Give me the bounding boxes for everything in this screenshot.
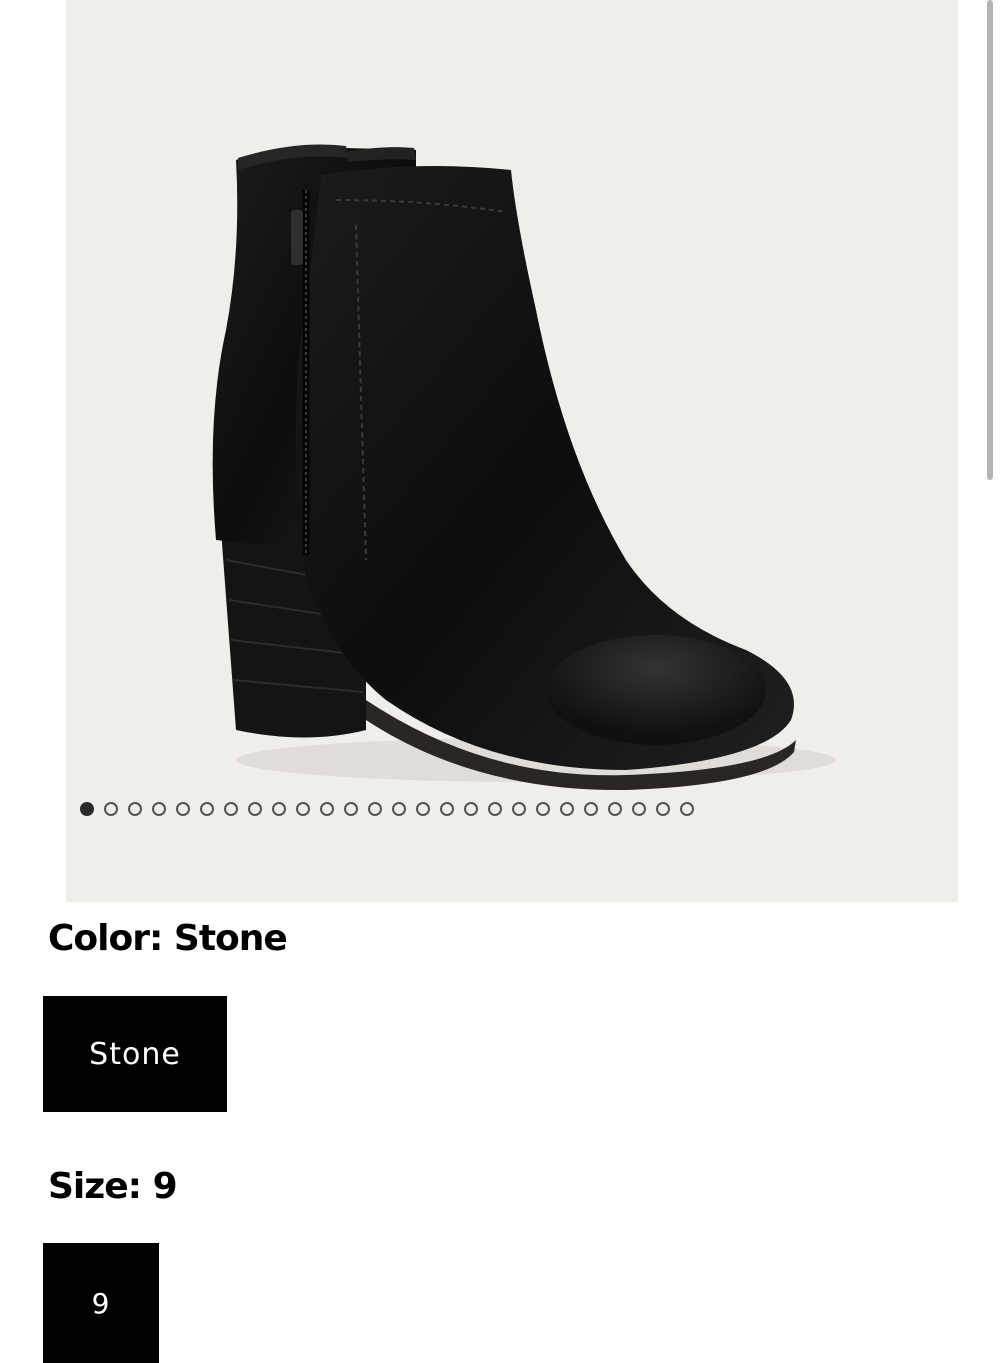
carousel-dot[interactable] xyxy=(248,802,262,816)
carousel-dot[interactable] xyxy=(632,802,646,816)
carousel-dot[interactable] xyxy=(488,802,502,816)
carousel-dot[interactable] xyxy=(584,802,598,816)
carousel-dot[interactable] xyxy=(416,802,430,816)
size-option-9[interactable]: 9 xyxy=(43,1243,159,1363)
carousel-dot[interactable] xyxy=(344,802,358,816)
carousel-dot[interactable] xyxy=(176,802,190,816)
carousel-dot[interactable] xyxy=(272,802,286,816)
product-image-gallery[interactable] xyxy=(66,0,958,902)
carousel-dot[interactable] xyxy=(296,802,310,816)
carousel-dot[interactable] xyxy=(200,802,214,816)
carousel-dot[interactable] xyxy=(224,802,238,816)
carousel-dot[interactable] xyxy=(392,802,406,816)
carousel-dot[interactable] xyxy=(320,802,334,816)
scrollbar[interactable] xyxy=(987,0,993,480)
color-label: Color: Stone xyxy=(48,918,288,959)
color-option-stone[interactable]: Stone xyxy=(43,996,227,1112)
product-image xyxy=(212,144,836,791)
carousel-dot[interactable] xyxy=(104,802,118,816)
carousel-dot[interactable] xyxy=(536,802,550,816)
carousel-dot[interactable] xyxy=(152,802,166,816)
carousel-dot[interactable] xyxy=(128,802,142,816)
carousel-dot[interactable] xyxy=(464,802,478,816)
size-label: Size: 9 xyxy=(48,1166,178,1207)
carousel-dot[interactable] xyxy=(80,802,94,816)
carousel-dot[interactable] xyxy=(560,802,574,816)
carousel-dot[interactable] xyxy=(512,802,526,816)
carousel-dot[interactable] xyxy=(368,802,382,816)
carousel-dot[interactable] xyxy=(656,802,670,816)
carousel-dot[interactable] xyxy=(680,802,694,816)
carousel-pagination xyxy=(80,802,694,822)
carousel-dot[interactable] xyxy=(608,802,622,816)
carousel-dot[interactable] xyxy=(440,802,454,816)
